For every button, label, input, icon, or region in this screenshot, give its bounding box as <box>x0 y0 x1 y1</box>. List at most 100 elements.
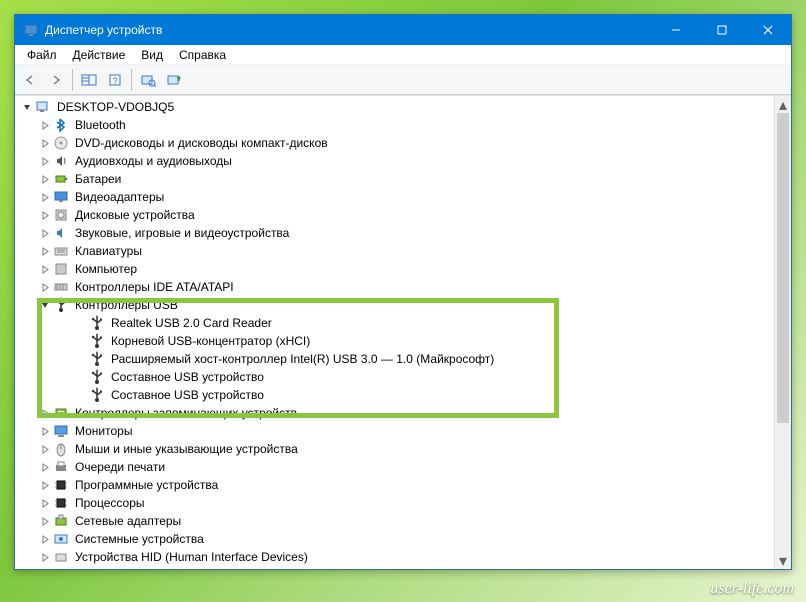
tree-category-label: Клавиатуры <box>73 243 144 259</box>
mouse-icon <box>53 441 69 457</box>
tree-category[interactable]: DVD-дисководы и дисководы компакт-дисков <box>15 134 774 152</box>
tree-category-label: DVD-дисководы и дисководы компакт-дисков <box>73 135 330 151</box>
tree-device-label: Realtek USB 2.0 Card Reader <box>109 315 274 331</box>
tree-category-label: Программные устройства <box>73 477 220 493</box>
expand-icon[interactable] <box>37 423 53 439</box>
tree-category[interactable]: Батареи <box>15 170 774 188</box>
tree-category[interactable]: Мыши и иные указывающие устройства <box>15 440 774 458</box>
expand-icon[interactable] <box>37 513 53 529</box>
expand-icon[interactable] <box>37 117 53 133</box>
tree-category[interactable]: Видеоадаптеры <box>15 188 774 206</box>
maximize-button[interactable] <box>699 15 745 45</box>
window-title: Диспетчер устройств <box>45 23 653 37</box>
menu-action[interactable]: Действие <box>65 46 134 64</box>
storage-icon <box>53 405 69 421</box>
toolbar-back-button[interactable] <box>18 68 42 92</box>
expand-icon[interactable] <box>37 405 53 421</box>
expand-icon[interactable] <box>37 225 53 241</box>
tree-category[interactable]: Дисковые устройства <box>15 206 774 224</box>
tree-root-label: DESKTOP-VDOBJQ5 <box>55 99 176 115</box>
scroll-up-icon[interactable]: ▴ <box>775 96 791 113</box>
toolbar-forward-button[interactable] <box>44 68 68 92</box>
vertical-scrollbar[interactable]: ▴ ▾ <box>774 96 791 569</box>
expand-icon[interactable] <box>37 261 53 277</box>
titlebar[interactable]: Диспетчер устройств <box>15 15 791 45</box>
toolbar-show-hidden-button[interactable] <box>77 68 101 92</box>
bt-icon <box>53 117 69 133</box>
tree-category-label: Дисковые устройства <box>73 207 197 223</box>
expand-icon[interactable] <box>37 189 53 205</box>
hdd-icon <box>53 207 69 223</box>
tree-category[interactable]: Процессоры <box>15 494 774 512</box>
tree-category[interactable]: Устройства HID (Human Interface Devices) <box>15 548 774 566</box>
app-icon <box>23 22 39 38</box>
menu-help[interactable]: Справка <box>171 46 234 64</box>
expand-icon[interactable] <box>37 279 53 295</box>
tree-device[interactable]: Корневой USB-концентратор (xHCI) <box>15 332 774 350</box>
chip-icon <box>53 477 69 493</box>
expand-icon[interactable] <box>37 135 53 151</box>
tree-category-label: Компьютер <box>73 261 139 277</box>
svg-text:?: ? <box>112 76 117 86</box>
keyboard-icon <box>53 243 69 259</box>
close-button[interactable] <box>745 15 791 45</box>
expand-icon[interactable] <box>19 99 35 115</box>
tree-category[interactable]: Очереди печати <box>15 458 774 476</box>
tree-category-label: Сетевые адаптеры <box>73 513 183 529</box>
tree-category-label: Контроллеры USB <box>73 297 180 313</box>
usb-icon <box>89 333 105 349</box>
tree-device[interactable]: Расширяемый хост-контроллер Intel(R) USB… <box>15 350 774 368</box>
sys-icon <box>53 531 69 547</box>
expand-icon[interactable] <box>37 459 53 475</box>
tree-category[interactable]: Контроллеры запоминающих устройств <box>15 404 774 422</box>
tree-category-label: Батареи <box>73 171 123 187</box>
usb-icon <box>89 315 105 331</box>
tree-category[interactable]: Программные устройства <box>15 476 774 494</box>
tree-category-label: Мониторы <box>73 423 134 439</box>
toolbar-update-button[interactable] <box>162 68 186 92</box>
device-tree[interactable]: DESKTOP-VDOBJQ5 Bluetooth DVD-дисководы … <box>15 96 774 569</box>
tree-category[interactable]: Аудиовходы и аудиовыходы <box>15 152 774 170</box>
toolbar-help-button[interactable]: ? <box>103 68 127 92</box>
usb-icon <box>89 351 105 367</box>
tree-category-label: Аудиовходы и аудиовыходы <box>73 153 234 169</box>
audio-icon <box>53 153 69 169</box>
menu-file[interactable]: Файл <box>19 46 65 64</box>
tree-device[interactable]: Составное USB устройство <box>15 368 774 386</box>
tree-category[interactable]: Контроллеры USB <box>15 296 774 314</box>
minimize-button[interactable] <box>653 15 699 45</box>
toolbar-scan-button[interactable] <box>136 68 160 92</box>
tree-category-label: Видеоадаптеры <box>73 189 166 205</box>
expand-icon[interactable] <box>37 441 53 457</box>
tree-category[interactable]: Компьютер <box>15 260 774 278</box>
expand-icon[interactable] <box>37 531 53 547</box>
menu-view[interactable]: Вид <box>133 46 171 64</box>
tree-device-label: Корневой USB-концентратор (xHCI) <box>109 333 312 349</box>
tree-category-label: Bluetooth <box>73 117 128 133</box>
scroll-down-icon[interactable]: ▾ <box>775 552 791 569</box>
usb-icon <box>89 369 105 385</box>
expand-icon[interactable] <box>37 297 53 313</box>
expand-icon[interactable] <box>37 549 53 565</box>
tree-category-label: Устройства HID (Human Interface Devices) <box>73 549 310 565</box>
tree-category[interactable]: Мониторы <box>15 422 774 440</box>
tree-category[interactable]: Bluetooth <box>15 116 774 134</box>
tree-device[interactable]: Realtek USB 2.0 Card Reader <box>15 314 774 332</box>
expand-icon[interactable] <box>37 243 53 259</box>
toolbar: ? <box>15 65 791 95</box>
tree-category[interactable]: Клавиатуры <box>15 242 774 260</box>
tree-device[interactable]: Составное USB устройство <box>15 386 774 404</box>
expand-icon[interactable] <box>37 171 53 187</box>
scroll-thumb[interactable] <box>777 113 789 423</box>
expand-icon[interactable] <box>37 153 53 169</box>
expand-icon[interactable] <box>37 495 53 511</box>
tree-category-label: Процессоры <box>73 495 147 511</box>
tree-root[interactable]: DESKTOP-VDOBJQ5 <box>15 98 774 116</box>
tree-container: DESKTOP-VDOBJQ5 Bluetooth DVD-дисководы … <box>15 95 791 569</box>
expand-icon[interactable] <box>37 477 53 493</box>
tree-category[interactable]: Системные устройства <box>15 530 774 548</box>
expand-icon[interactable] <box>37 207 53 223</box>
tree-category[interactable]: Контроллеры IDE ATA/ATAPI <box>15 278 774 296</box>
tree-category[interactable]: Звуковые, игровые и видеоустройства <box>15 224 774 242</box>
tree-category[interactable]: Сетевые адаптеры <box>15 512 774 530</box>
